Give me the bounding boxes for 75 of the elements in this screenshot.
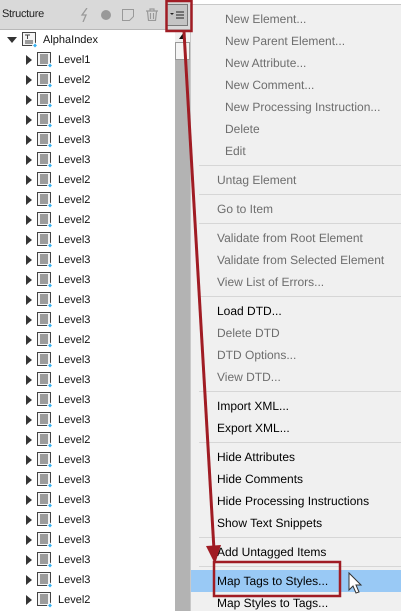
tree-item-label[interactable]: Level2	[58, 72, 90, 88]
element-icon	[37, 452, 53, 468]
menu-item[interactable]: Import XML...	[191, 395, 401, 417]
element-icon	[37, 432, 53, 448]
menu-item[interactable]: Map Styles to Tags...	[191, 592, 401, 611]
tree-item-label[interactable]: Level3	[58, 352, 90, 368]
tree-item-label[interactable]: Level3	[58, 232, 90, 248]
element-icon	[22, 32, 38, 48]
menu-item[interactable]: Map Tags to Styles...	[191, 570, 401, 592]
tree-item-label[interactable]: Level2	[58, 592, 90, 608]
element-icon	[37, 312, 53, 328]
element-icon	[37, 232, 53, 248]
element-icon	[37, 592, 53, 608]
element-icon	[37, 392, 53, 408]
element-icon	[37, 92, 53, 108]
element-icon	[37, 52, 53, 68]
element-icon	[37, 552, 53, 568]
element-icon	[37, 292, 53, 308]
tree-item-label[interactable]: Level2	[58, 332, 90, 348]
element-icon	[37, 192, 53, 208]
element-icon	[37, 412, 53, 428]
scroll-up-icon[interactable]	[179, 34, 186, 38]
element-icon	[37, 332, 53, 348]
menu-item[interactable]: Hide Attributes	[191, 446, 401, 468]
element-icon	[37, 272, 53, 288]
tree-item-label[interactable]: Level3	[58, 512, 90, 528]
element-icon	[37, 132, 53, 148]
tree-item-label[interactable]: Level3	[58, 372, 90, 388]
tree-item-label[interactable]: Level3	[58, 572, 90, 588]
tree-item-label[interactable]: Level3	[58, 532, 90, 548]
element-icon	[37, 252, 53, 268]
element-icon	[37, 492, 53, 508]
tree-item-label[interactable]: Level3	[58, 452, 90, 468]
tree-item-label[interactable]: AlphaIndex	[43, 32, 98, 48]
menu-item[interactable]: Hide Comments	[191, 468, 401, 490]
tree-item-label[interactable]: Level2	[58, 172, 90, 188]
element-icon	[37, 172, 53, 188]
menu-item[interactable]: Hide Processing Instructions	[191, 490, 401, 512]
element-icon	[37, 212, 53, 228]
menu-item[interactable]: Export XML...	[191, 417, 401, 439]
highlight-frame	[165, 0, 193, 32]
menu-item[interactable]: Show Text Snippets	[191, 512, 401, 534]
element-icon	[37, 532, 53, 548]
tree-item-label[interactable]: Level3	[58, 292, 90, 308]
element-icon	[37, 512, 53, 528]
tree-item-label[interactable]: Level2	[58, 432, 90, 448]
scrollbar[interactable]	[175, 30, 190, 611]
tree-item-label[interactable]: Level1	[58, 52, 90, 68]
tree-item-label[interactable]: Level3	[58, 112, 90, 128]
element-icon	[37, 372, 53, 388]
element-icon	[37, 152, 53, 168]
tree-item-label[interactable]: Level3	[58, 492, 90, 508]
tree-item-label[interactable]: Level3	[58, 152, 90, 168]
tree-item-label[interactable]: Level3	[58, 472, 90, 488]
tree-item-label[interactable]: Level3	[58, 272, 90, 288]
panel-menu-button[interactable]	[166, 4, 188, 26]
tree-item-label[interactable]: Level2	[58, 192, 90, 208]
tree-item-label[interactable]: Level3	[58, 412, 90, 428]
element-icon	[37, 72, 53, 88]
tree-item-label[interactable]: Level2	[58, 92, 90, 108]
tree-item-label[interactable]: Level3	[58, 132, 90, 148]
element-icon	[37, 472, 53, 488]
element-icon	[37, 572, 53, 588]
tree-item-label[interactable]: Level2	[58, 212, 90, 228]
tree-item-label[interactable]: Level3	[58, 552, 90, 568]
element-icon	[37, 112, 53, 128]
menu-item[interactable]: Load DTD...	[191, 300, 401, 322]
collapse-triangle-icon[interactable]	[7, 37, 17, 43]
panel-title: Structure	[2, 7, 44, 22]
mouse-cursor-icon	[348, 572, 362, 594]
tree-item-label[interactable]: Level3	[58, 312, 90, 328]
menu-icon	[170, 10, 184, 18]
tree-item-label[interactable]: Level3	[58, 392, 90, 408]
element-icon	[37, 352, 53, 368]
tree-item-label[interactable]: Level3	[58, 252, 90, 268]
